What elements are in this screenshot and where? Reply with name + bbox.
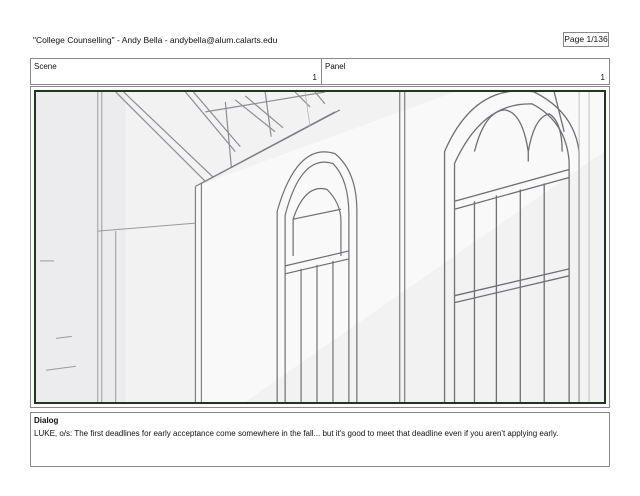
page-indicator: Page 1/136 — [563, 32, 609, 47]
scene-number: 1 — [312, 73, 317, 82]
document-title: "College Counselling" - Andy Bella - and… — [33, 35, 278, 45]
dialog-heading: Dialog — [34, 416, 59, 425]
panel-cell: Panel 1 — [321, 58, 610, 85]
scene-label: Scene — [34, 62, 57, 71]
dialog-box: Dialog LUKE, o/s: The first deadlines fo… — [30, 412, 610, 467]
storyboard-panel-drawing — [34, 90, 606, 404]
dialog-text: LUKE, o/s: The first deadlines for early… — [34, 429, 559, 438]
storyboard-frame — [30, 86, 610, 408]
panel-number: 1 — [600, 73, 605, 82]
panel-sketch-image — [36, 92, 604, 402]
scene-cell: Scene 1 — [30, 58, 322, 85]
panel-label: Panel — [325, 62, 346, 71]
